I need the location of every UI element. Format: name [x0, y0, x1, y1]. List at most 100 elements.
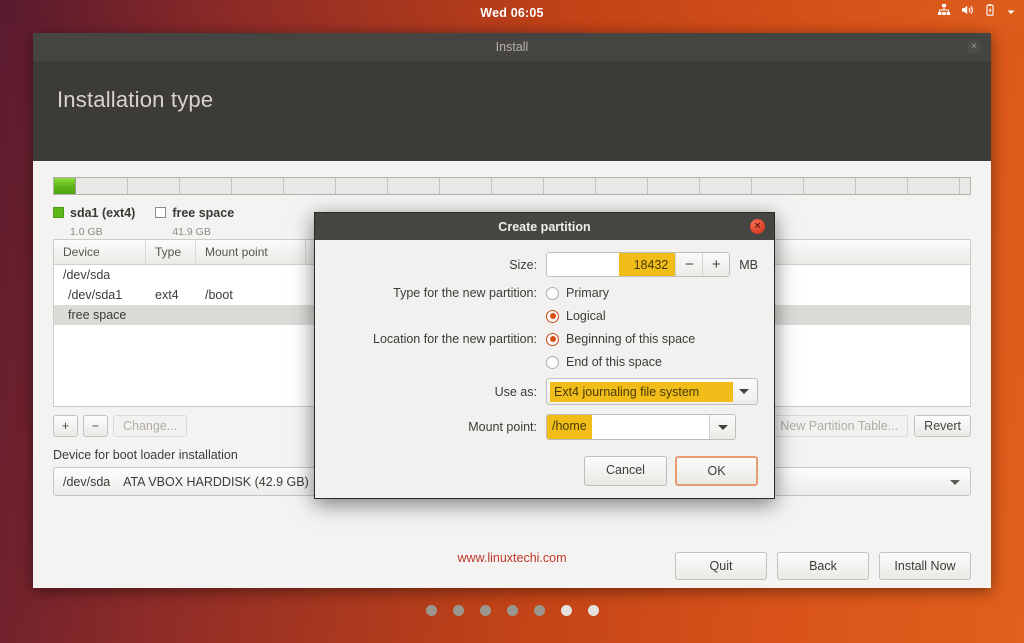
battery-icon[interactable] [983, 3, 997, 22]
progress-dot [453, 605, 464, 616]
partition-type-row-2: . Logical [331, 309, 758, 323]
cell-device: free space [54, 308, 146, 322]
chevron-down-icon[interactable] [733, 389, 755, 394]
partition-type-label: Type for the new partition: [331, 286, 546, 300]
desktop-top-panel: Wed 06:05 [0, 0, 1024, 25]
spacer-label: . [331, 355, 546, 369]
legend-item: sda1 (ext4) 1.0 GB [53, 204, 135, 240]
radio-beginning-of-space[interactable]: Beginning of this space [546, 332, 695, 346]
chevron-down-icon[interactable] [1006, 4, 1016, 22]
radio-icon[interactable] [546, 310, 559, 323]
size-input-value[interactable]: 18432 [619, 253, 675, 276]
size-stepper[interactable]: 18432 − + [546, 252, 730, 277]
progress-dot [561, 605, 572, 616]
chevron-down-icon [950, 480, 960, 485]
radio-beginning-label: Beginning of this space [566, 332, 695, 346]
partition-type-row: Type for the new partition: Primary [331, 286, 758, 300]
page-title: Installation type [33, 61, 991, 128]
dialog-titlebar: Create partition × [315, 213, 774, 240]
radio-end-label: End of this space [566, 355, 662, 369]
mount-point-combobox[interactable]: /home [546, 414, 736, 440]
progress-dot [426, 605, 437, 616]
radio-icon[interactable] [546, 356, 559, 369]
radio-end-of-space[interactable]: End of this space [546, 355, 662, 369]
mount-point-label: Mount point: [331, 420, 546, 434]
add-partition-button[interactable]: + [53, 415, 78, 437]
legend-label: sda1 (ext4) [70, 206, 135, 220]
partition-location-row-2: . End of this space [331, 355, 758, 369]
cell-mount-point: /boot [196, 288, 306, 302]
network-icon[interactable] [937, 3, 951, 22]
chevron-down-icon[interactable] [709, 415, 735, 439]
close-icon[interactable]: × [750, 219, 765, 234]
cell-device: /dev/sda [54, 268, 146, 282]
panel-clock[interactable]: Wed 06:05 [480, 6, 543, 20]
partition-segment-sda1 [54, 178, 76, 194]
size-increment-button[interactable]: + [702, 253, 729, 276]
partition-location-row: Location for the new partition: Beginnin… [331, 332, 758, 346]
radio-primary-label: Primary [566, 286, 609, 300]
column-header-mount-point[interactable]: Mount point [196, 240, 306, 264]
installer-window: Install × Installation type sda1 (ext4) … [33, 33, 991, 588]
radio-icon[interactable] [546, 287, 559, 300]
partition-toolbar-right: New Partition Table... Revert [764, 415, 971, 437]
size-decrement-button[interactable]: − [675, 253, 702, 276]
install-now-button[interactable]: Install Now [879, 552, 971, 580]
progress-dot [588, 605, 599, 616]
partition-segment-free [76, 178, 970, 194]
use-as-label: Use as: [331, 385, 546, 399]
radio-logical[interactable]: Logical [546, 309, 606, 323]
legend-item: free space 41.9 GB [155, 204, 234, 240]
legend-swatch-icon [155, 207, 166, 218]
legend-size: 1.0 GB [70, 226, 103, 238]
cell-type: ext4 [146, 288, 196, 302]
column-header-device[interactable]: Device [54, 240, 146, 264]
change-partition-button[interactable]: Change... [113, 415, 187, 437]
radio-icon[interactable] [546, 333, 559, 346]
cancel-button[interactable]: Cancel [584, 456, 667, 486]
legend-swatch-icon [53, 207, 64, 218]
bootloader-device-description: ATA VBOX HARDDISK (42.9 GB) [123, 475, 309, 489]
progress-dot [534, 605, 545, 616]
bootloader-device-value: /dev/sda ATA VBOX HARDDISK (42.9 GB) [54, 475, 309, 489]
use-as-row: Use as: Ext4 journaling file system [331, 378, 758, 405]
dialog-title: Create partition [498, 220, 590, 234]
mount-point-input-fill[interactable] [592, 415, 709, 439]
window-title: Install [496, 40, 529, 54]
ok-button[interactable]: OK [675, 456, 758, 486]
revert-button[interactable]: Revert [914, 415, 971, 437]
window-titlebar: Install × [33, 33, 991, 61]
progress-dots [0, 605, 1024, 616]
legend-size: 41.9 GB [172, 226, 211, 238]
footer-buttons: Quit Back Install Now [675, 552, 971, 580]
dialog-buttons: Cancel OK [584, 456, 758, 486]
use-as-value: Ext4 journaling file system [550, 382, 733, 402]
size-input-blank[interactable] [547, 253, 619, 276]
remove-partition-button[interactable]: − [83, 415, 108, 437]
progress-dot [507, 605, 518, 616]
volume-icon[interactable] [960, 3, 974, 22]
size-unit-label: MB [739, 258, 758, 272]
progress-dot [480, 605, 491, 616]
spacer-label: . [331, 309, 546, 323]
mount-point-row: Mount point: /home [331, 414, 758, 440]
bootloader-device-path: /dev/sda [63, 475, 110, 489]
dialog-body: Size: 18432 − + MB Type for the new part… [315, 240, 774, 440]
size-row: Size: 18432 − + MB [331, 252, 758, 277]
back-button[interactable]: Back [777, 552, 869, 580]
column-header-type[interactable]: Type [146, 240, 196, 264]
close-icon[interactable]: × [967, 40, 981, 54]
window-footer: www.linuxtechi.com Quit Back Install Now [33, 543, 991, 588]
radio-primary[interactable]: Primary [546, 286, 609, 300]
new-partition-table-button[interactable]: New Partition Table... [770, 415, 908, 437]
size-label: Size: [331, 258, 546, 272]
cell-device: /dev/sda1 [54, 288, 146, 302]
mount-point-value[interactable]: /home [547, 415, 592, 439]
quit-button[interactable]: Quit [675, 552, 767, 580]
panel-tray [937, 0, 1016, 25]
use-as-select[interactable]: Ext4 journaling file system [546, 378, 758, 405]
create-partition-dialog: Create partition × Size: 18432 − + MB Ty… [314, 212, 775, 499]
legend-label: free space [172, 206, 234, 220]
partition-location-label: Location for the new partition: [331, 332, 546, 346]
radio-logical-label: Logical [566, 309, 606, 323]
